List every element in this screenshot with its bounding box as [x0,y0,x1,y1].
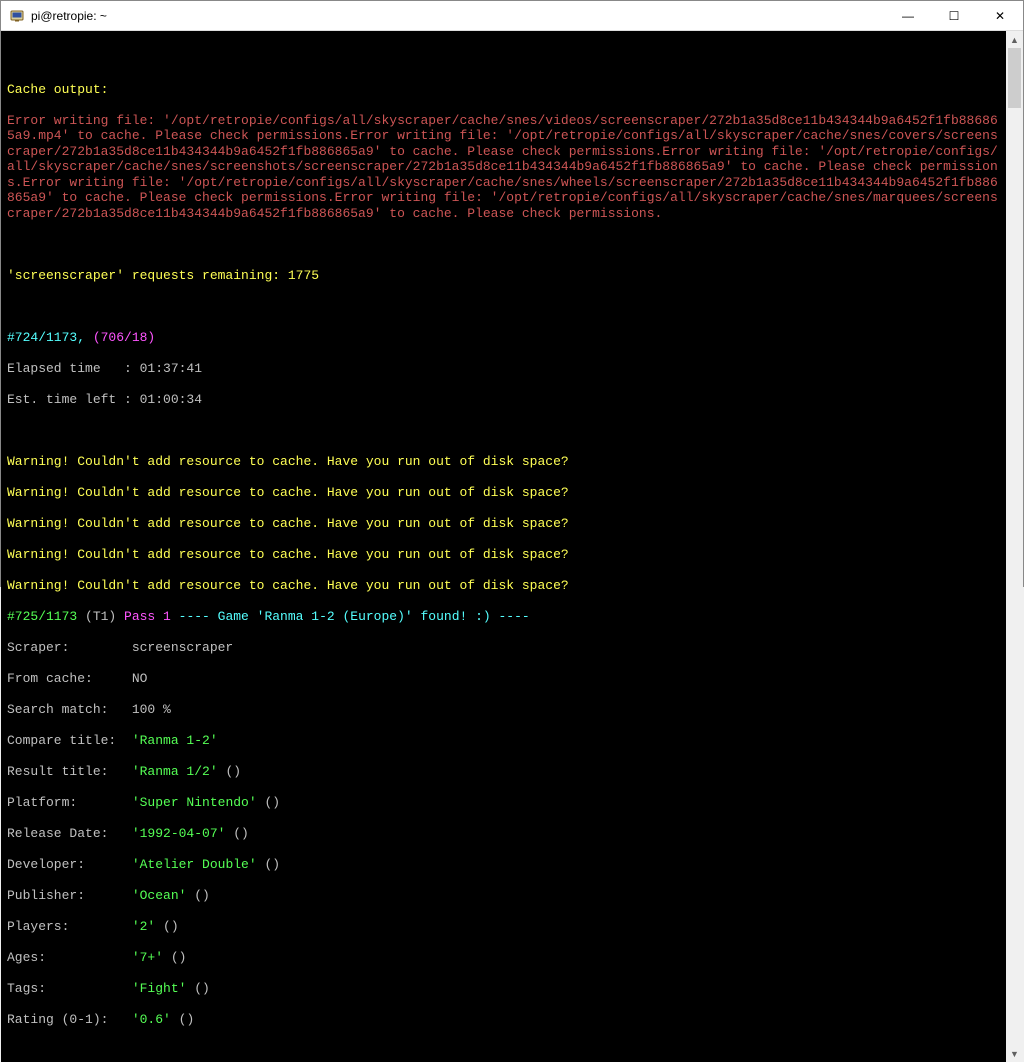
pl-label: Players: [7,919,132,934]
ct-label: Compare title: [7,733,132,748]
progress-paren: (706/18) [85,330,155,345]
fromcache-text: From cache: NO [7,671,147,686]
minimize-button[interactable]: — [885,1,931,31]
scroll-down-button[interactable]: ▼ [1006,1045,1023,1062]
pf-val: 'Super Nintendo' [132,795,257,810]
ct-val: 'Ranma 1-2' [132,733,218,748]
tg-paren: () [186,981,209,996]
chevron-up-icon: ▲ [1010,35,1019,45]
field-players: Players: '2' () [7,919,1000,935]
rat-paren: () [171,1012,194,1027]
dev-label: Developer: [7,857,132,872]
putty-window: pi@retropie: ~ — ☐ ✕ Cache output: Error… [0,0,1024,587]
field-searchmatch: Search match: 100 % [7,702,1000,718]
rt-val: 'Ranma 1/2' [132,764,218,779]
maximize-icon: ☐ [949,9,960,23]
found-pass: Pass 1 [124,609,171,624]
pub-paren: () [186,888,209,903]
warning-text: Warning! Couldn't add resource to cache.… [7,454,569,469]
pf-label: Platform: [7,795,132,810]
blank-line [7,51,1000,67]
elapsed-time: Elapsed time : 01:37:41 [7,361,1000,377]
pub-label: Publisher: [7,888,132,903]
rat-label: Rating (0-1): [7,1012,132,1027]
cache-output-header: Cache output: [7,82,1000,98]
minimize-icon: — [902,9,914,23]
field-tags: Tags: 'Fight' () [7,981,1000,997]
tg-label: Tags: [7,981,132,996]
cache-errors: Error writing file: '/opt/retropie/confi… [7,113,1000,222]
found-counter: #725/1173 [7,609,77,624]
field-rating: Rating (0-1): '0.6' () [7,1012,1000,1028]
rat-val: '0.6' [132,1012,171,1027]
rt-label: Result title: [7,764,132,779]
scroll-thumb[interactable] [1008,48,1021,108]
close-button[interactable]: ✕ [977,1,1023,31]
scraper-text: Scraper: screenscraper [7,640,233,655]
field-ages: Ages: '7+' () [7,950,1000,966]
pl-paren: () [155,919,178,934]
blank-line [7,299,1000,315]
field-fromcache: From cache: NO [7,671,1000,687]
est-time: Est. time left : 01:00:34 [7,392,1000,408]
warning-text: Warning! Couldn't add resource to cache.… [7,485,569,500]
window-title: pi@retropie: ~ [31,9,107,23]
app-icon [9,8,25,24]
dev-val: 'Atelier Double' [132,857,257,872]
ag-label: Ages: [7,950,132,965]
field-scraper: Scraper: screenscraper [7,640,1000,656]
warning-text: Warning! Couldn't add resource to cache.… [7,547,569,562]
warning-line: Warning! Couldn't add resource to cache.… [7,578,1000,594]
titlebar[interactable]: pi@retropie: ~ — ☐ ✕ [1,1,1023,31]
warning-line: Warning! Couldn't add resource to cache.… [7,485,1000,501]
scroll-up-button[interactable]: ▲ [1006,31,1023,48]
field-compare-title: Compare title: 'Ranma 1-2' [7,733,1000,749]
rd-paren: () [225,826,248,841]
terminal[interactable]: Cache output: Error writing file: '/opt/… [1,31,1006,1062]
progress-counter: #724/1173, [7,330,85,345]
cache-error-text: Error writing file: '/opt/retropie/confi… [7,113,998,221]
scroll-track[interactable] [1006,48,1023,1045]
rd-label: Release Date: [7,826,132,841]
tg-val: 'Fight' [132,981,187,996]
warning-line: Warning! Couldn't add resource to cache.… [7,547,1000,563]
rt-paren: () [218,764,241,779]
warning-text: Warning! Couldn't add resource to cache.… [7,578,569,593]
field-result-title: Result title: 'Ranma 1/2' () [7,764,1000,780]
dev-paren: () [257,857,280,872]
requests-text: 'screenscraper' requests remaining: 1775 [7,268,319,283]
pf-paren: () [257,795,280,810]
ag-paren: () [163,950,186,965]
maximize-button[interactable]: ☐ [931,1,977,31]
field-developer: Developer: 'Atelier Double' () [7,857,1000,873]
warning-line: Warning! Couldn't add resource to cache.… [7,516,1000,532]
rd-val: '1992-04-07' [132,826,226,841]
field-publisher: Publisher: 'Ocean' () [7,888,1000,904]
progress-line: #724/1173, (706/18) [7,330,1000,346]
warning-line: Warning! Couldn't add resource to cache.… [7,454,1000,470]
cache-header-text: Cache output: [7,82,108,97]
field-release-date: Release Date: '1992-04-07' () [7,826,1000,842]
warning-text: Warning! Couldn't add resource to cache.… [7,516,569,531]
blank-line [7,423,1000,439]
requests-remaining: 'screenscraper' requests remaining: 1775 [7,268,1000,284]
close-icon: ✕ [995,9,1005,23]
elapsed-text: Elapsed time : 01:37:41 [7,361,202,376]
field-platform: Platform: 'Super Nintendo' () [7,795,1000,811]
blank-line [7,237,1000,253]
ag-val: '7+' [132,950,163,965]
found-thread: (T1) [77,609,124,624]
chevron-down-icon: ▼ [1010,1049,1019,1059]
est-text: Est. time left : 01:00:34 [7,392,202,407]
scrollbar[interactable]: ▲ ▼ [1006,31,1023,1062]
found-msg: ---- Game 'Ranma 1-2 (Europe)' found! :)… [171,609,530,624]
game-found-line: #725/1173 (T1) Pass 1 ---- Game 'Ranma 1… [7,609,1000,625]
pub-val: 'Ocean' [132,888,187,903]
pl-val: '2' [132,919,155,934]
searchmatch-text: Search match: 100 % [7,702,171,717]
terminal-container: Cache output: Error writing file: '/opt/… [1,31,1023,1062]
